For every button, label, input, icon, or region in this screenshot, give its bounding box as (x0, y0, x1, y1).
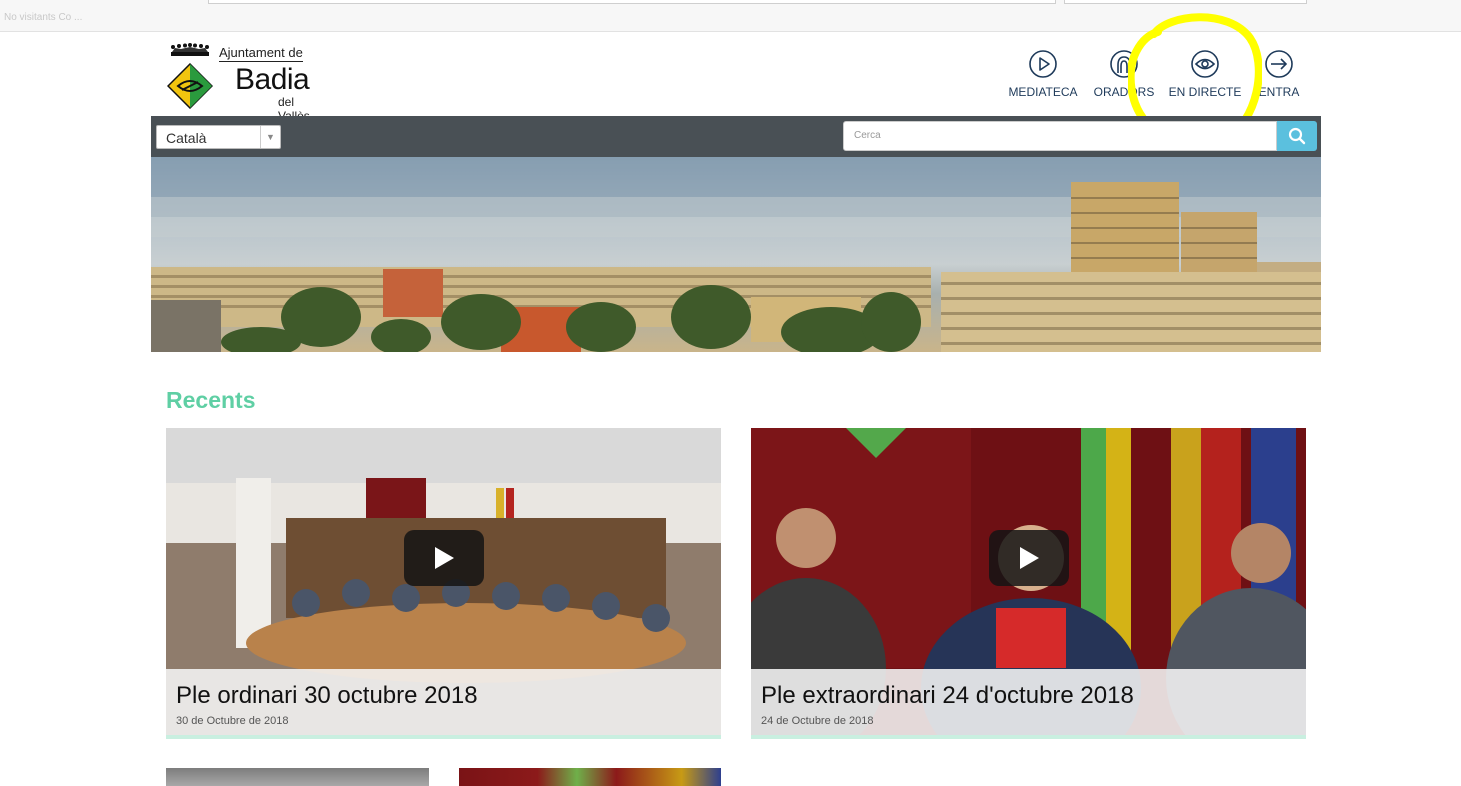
card-accent-bar (166, 735, 721, 739)
search-icon (1288, 127, 1306, 145)
logo-line-2: Badia (235, 63, 310, 96)
video-caption: Ple extraordinari 24 d'octubre 2018 24 d… (751, 669, 1306, 735)
crown-icon (171, 43, 209, 56)
video-date: 30 de Octubre de 2018 (176, 715, 289, 727)
play-icon (1020, 547, 1039, 569)
video-card[interactable]: Ple ordinari 30 octubre 2018 30 de Octub… (166, 428, 721, 739)
play-button[interactable] (989, 530, 1069, 586)
card-accent-bar (751, 735, 1306, 739)
search-button[interactable] (1277, 121, 1317, 151)
video-card[interactable]: Ple extraordinari 24 d'octubre 2018 24 d… (751, 428, 1306, 739)
search-input[interactable]: Cerca (843, 121, 1277, 151)
language-select-value: Català (166, 130, 207, 146)
search-placeholder: Cerca (854, 130, 881, 141)
video-title[interactable]: Ple ordinari 30 octubre 2018 (176, 682, 478, 710)
nav-mediateca[interactable]: MEDIATECA (1007, 49, 1079, 105)
video-caption: Ple ordinari 30 octubre 2018 30 de Octub… (166, 669, 721, 735)
browser-search-box[interactable] (1064, 0, 1307, 4)
recents-heading: Recents (166, 387, 256, 413)
nav-mediateca-label: MEDIATECA (1008, 85, 1078, 99)
language-select[interactable]: Català ▼ (156, 125, 281, 149)
site-logo[interactable]: Ajuntament de Badia del Vallès (165, 41, 325, 123)
nav-entra-label: ENTRA (1258, 85, 1300, 99)
logo-line-1: Ajuntament de (219, 45, 303, 62)
dropdown-arrow-icon: ▼ (260, 126, 280, 148)
coat-of-arms-icon (167, 63, 213, 109)
bookmarks-bar-text: No visitants Co ... (4, 12, 83, 23)
hero-banner-image (151, 157, 1321, 352)
video-card-partial[interactable] (459, 768, 721, 786)
video-date: 24 de Octubre de 2018 (761, 715, 874, 727)
search-toolbar: Català ▼ Cerca (151, 116, 1321, 157)
video-title[interactable]: Ple extraordinari 24 d'octubre 2018 (761, 682, 1134, 710)
play-icon (435, 547, 454, 569)
nav-entra[interactable]: ENTRA (1257, 49, 1301, 105)
address-bar[interactable] (208, 0, 1056, 4)
play-circle-icon (1029, 50, 1057, 78)
city-skyline-illustration (151, 157, 1321, 352)
video-card-partial[interactable] (166, 768, 429, 786)
login-arrow-icon (1265, 50, 1293, 78)
play-button[interactable] (404, 530, 484, 586)
